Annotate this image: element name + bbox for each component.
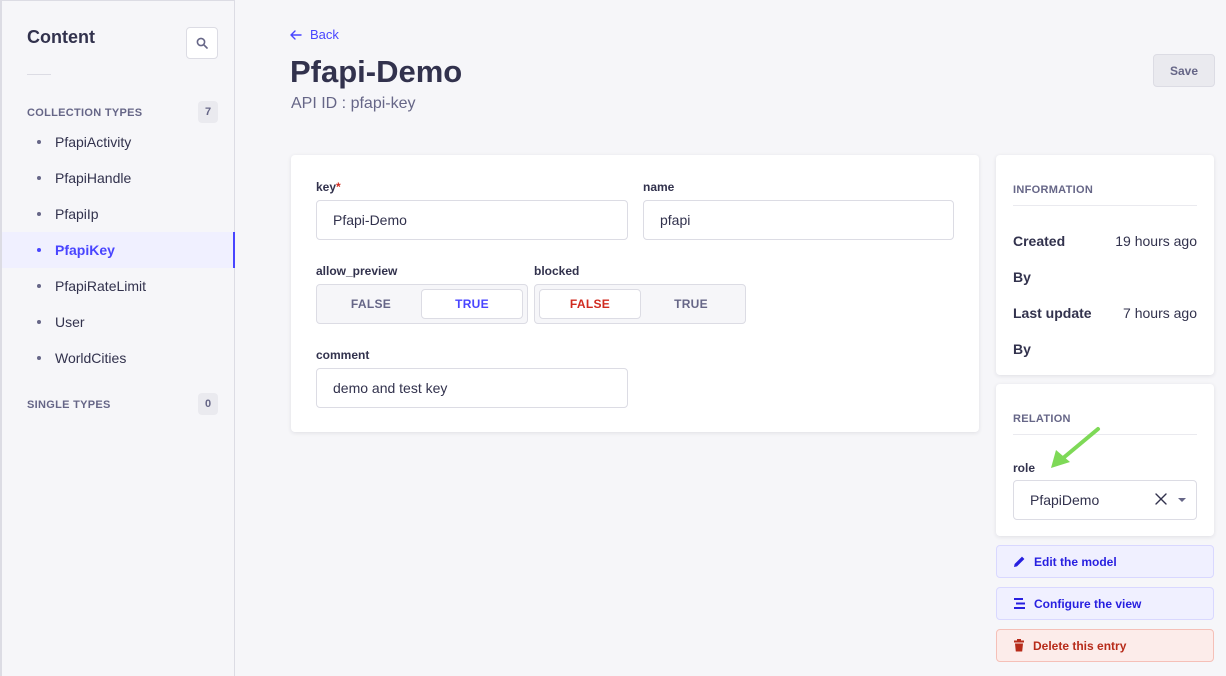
information-divider: [1013, 205, 1197, 206]
information-heading: INFORMATION: [1013, 184, 1094, 196]
relation-divider: [1013, 434, 1197, 435]
information-panel: INFORMATION Created 19 hours ago By Last…: [996, 155, 1214, 375]
configure-view-button[interactable]: Configure the view: [996, 587, 1214, 620]
blocked-toggle[interactable]: FALSE TRUE: [534, 284, 746, 324]
trash-icon: [1014, 639, 1024, 652]
single-types-count: 0: [198, 393, 218, 415]
sidebar-item-worldcities[interactable]: WorldCities: [2, 340, 235, 376]
allow-preview-true-option[interactable]: TRUE: [421, 289, 523, 319]
arrow-left-icon: [290, 29, 302, 40]
role-select[interactable]: PfapiDemo: [1013, 480, 1197, 520]
relation-panel: RELATION role PfapiDemo: [996, 384, 1214, 536]
clear-icon[interactable]: [1154, 492, 1168, 506]
bullet-icon: [37, 176, 41, 180]
key-label-text: key: [316, 180, 337, 194]
blocked-label: blocked: [534, 264, 580, 278]
bullet-icon: [37, 212, 41, 216]
allow-preview-toggle[interactable]: FALSE TRUE: [316, 284, 528, 324]
sidebar-item-pfapiactivity[interactable]: PfapiActivity: [2, 124, 235, 160]
sidebar-item-label: PfapiActivity: [55, 134, 132, 150]
sidebar-item-label: WorldCities: [55, 350, 127, 366]
sidebar-search-button[interactable]: [186, 27, 218, 59]
content-sidebar: Content COLLECTION TYPES 7 PfapiActivity…: [0, 0, 235, 676]
back-label: Back: [310, 27, 339, 42]
allow-preview-false-option[interactable]: FALSE: [321, 289, 421, 319]
comment-input[interactable]: demo and test key: [316, 368, 628, 408]
last-update-label: Last update: [1013, 305, 1092, 321]
sidebar-item-pfapikey[interactable]: PfapiKey: [2, 232, 235, 268]
sidebar-item-label: PfapiKey: [55, 242, 115, 258]
bullet-icon: [37, 356, 41, 360]
pencil-icon: [1014, 556, 1025, 567]
search-icon: [196, 37, 208, 49]
layout-list-icon: [1014, 598, 1025, 609]
save-button[interactable]: Save: [1153, 54, 1215, 87]
sidebar-item-label: PfapiIp: [55, 206, 99, 222]
edit-model-button[interactable]: Edit the model: [996, 545, 1214, 578]
sidebar-item-label: User: [55, 314, 85, 330]
sidebar-item-label: PfapiRateLimit: [55, 278, 147, 294]
single-types-heading: SINGLE TYPES: [27, 399, 111, 411]
role-label: role: [1013, 461, 1036, 475]
sidebar-item-pfapiratelimit[interactable]: PfapiRateLimit: [2, 268, 235, 304]
name-label: name: [643, 180, 675, 194]
relation-heading: RELATION: [1013, 413, 1071, 425]
bullet-icon: [37, 284, 41, 288]
sidebar-item-pfapiip[interactable]: PfapiIp: [2, 196, 235, 232]
sidebar-divider: [27, 74, 51, 75]
required-asterisk: *: [336, 180, 341, 194]
comment-label: comment: [316, 348, 370, 362]
edit-form-card: key* Pfapi-Demo name pfapi allow_preview…: [291, 155, 979, 432]
back-link[interactable]: Back: [290, 27, 339, 42]
created-by-label: By: [1013, 269, 1031, 285]
created-label: Created: [1013, 233, 1066, 249]
role-select-value: PfapiDemo: [1030, 492, 1100, 508]
allow-preview-label: allow_preview: [316, 264, 398, 278]
sidebar-item-label: PfapiHandle: [55, 170, 132, 186]
bullet-icon: [37, 140, 41, 144]
name-input[interactable]: pfapi: [643, 200, 954, 240]
bullet-icon: [37, 320, 41, 324]
collection-types-list: PfapiActivity PfapiHandle PfapiIp PfapiK…: [2, 124, 235, 376]
key-input[interactable]: Pfapi-Demo: [316, 200, 628, 240]
collection-types-heading: COLLECTION TYPES: [27, 107, 143, 119]
annotation-arrow-icon: [1051, 427, 1100, 468]
blocked-false-option[interactable]: FALSE: [539, 289, 641, 319]
key-label: key*: [316, 180, 341, 194]
collection-types-count: 7: [198, 101, 218, 123]
sidebar-item-pfapihandle[interactable]: PfapiHandle: [2, 160, 235, 196]
delete-entry-label: Delete this entry: [1033, 638, 1127, 653]
updated-by-label: By: [1013, 341, 1031, 357]
edit-model-label: Edit the model: [1034, 554, 1117, 569]
blocked-true-option[interactable]: TRUE: [641, 289, 741, 319]
api-id: API ID : pfapi-key: [291, 95, 416, 112]
sidebar-title: Content: [27, 27, 95, 47]
delete-entry-button[interactable]: Delete this entry: [996, 629, 1214, 662]
configure-view-label: Configure the view: [1034, 596, 1142, 611]
sidebar-item-user[interactable]: User: [2, 304, 235, 340]
created-value: 19 hours ago: [1115, 233, 1197, 249]
bullet-icon: [37, 248, 41, 252]
page-title: Pfapi-Demo: [290, 54, 463, 89]
chevron-down-icon[interactable]: [1178, 498, 1186, 502]
last-update-value: 7 hours ago: [1123, 305, 1197, 321]
